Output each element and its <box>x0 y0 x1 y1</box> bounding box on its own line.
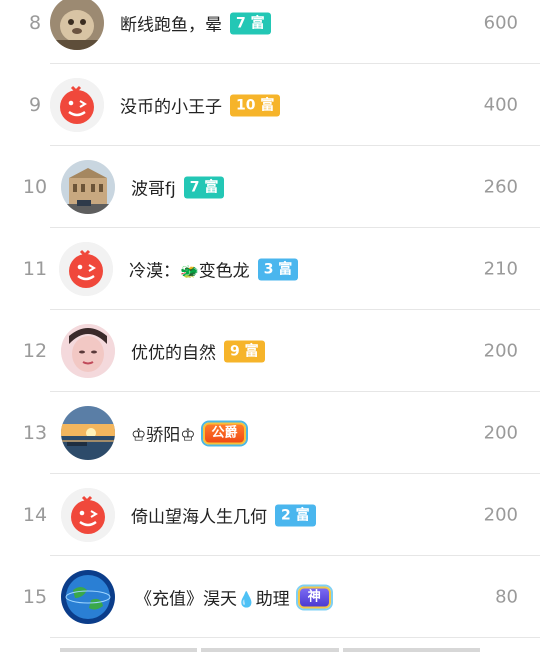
score-value: 200 <box>483 340 518 362</box>
photo-cat-icon[interactable] <box>50 0 104 50</box>
god-rank-badge: 神 <box>297 586 331 608</box>
wealth-level-badge: 2 富 <box>275 504 316 526</box>
rank-number: 14 <box>22 504 48 526</box>
photo-sunset-icon[interactable] <box>61 406 115 460</box>
rank-number: 12 <box>22 340 48 362</box>
rank-number: 13 <box>22 422 48 444</box>
score-value: 200 <box>483 422 518 444</box>
weibo-default-avatar-icon[interactable] <box>61 488 115 542</box>
weibo-default-avatar-icon[interactable] <box>50 78 104 132</box>
user-name-prefix: 冷漠： <box>129 261 180 282</box>
user-name-group: 波哥fj 7 富 <box>131 175 225 200</box>
droplet-emoji-icon: 💧 <box>237 590 256 609</box>
user-name-suffix: 助理 <box>255 589 290 610</box>
user-name-suffix: 变色龙 <box>198 261 250 282</box>
leaderboard-row[interactable]: 14 倚山望海人生几何 2 富 200 <box>0 474 540 556</box>
photo-face-icon[interactable] <box>61 324 115 378</box>
score-value: 200 <box>483 504 518 526</box>
weibo-default-avatar-icon[interactable] <box>59 242 113 296</box>
wealth-level-badge: 3 富 <box>257 258 299 280</box>
leaderboard-row[interactable]: 10 波哥fj 7 富 260 <box>0 146 540 228</box>
leaderboard-row[interactable]: 15 《充值》淏天💧助理 神 80 <box>0 556 540 638</box>
leaderboard-row[interactable]: 9 没币的小王子 10 富 400 <box>0 64 540 146</box>
wealth-level-badge: 7 富 <box>230 12 271 34</box>
user-name-group: 《充值》淏天💧助理 神 <box>135 585 331 610</box>
user-name-group: 优优的自然 9 富 <box>131 339 265 364</box>
user-name[interactable]: 断线跑鱼，晕 <box>120 11 222 36</box>
user-name-prefix: 《充值》淏天 <box>135 589 237 610</box>
bottom-tab-segment <box>342 648 480 652</box>
user-name[interactable]: 冷漠：🐲变色龙 <box>129 257 250 282</box>
bottom-tab-segment <box>60 648 198 652</box>
score-value: 600 <box>483 12 518 34</box>
leaderboard-row[interactable]: 8 断线跑鱼，晕 7 富 600 <box>0 0 540 64</box>
rank-number: 10 <box>22 176 48 198</box>
score-value: 260 <box>483 176 518 198</box>
score-value: 400 <box>483 94 518 116</box>
user-name[interactable]: 《充值》淏天💧助理 <box>135 585 290 610</box>
user-name[interactable]: ♔骄阳♔ <box>131 421 195 446</box>
wealth-level-badge: 10 富 <box>230 94 281 116</box>
leaderboard-list: 8 断线跑鱼，晕 7 富 600 9 没币的小王子 10 富 400 10 波哥… <box>0 0 540 652</box>
leaderboard-row[interactable]: 12 优优的自然 9 富 200 <box>0 310 540 392</box>
user-name[interactable]: 没币的小王子 <box>120 93 222 118</box>
leaderboard-row[interactable]: 11 冷漠：🐲变色龙 3 富 210 <box>0 228 540 310</box>
user-name-group: 断线跑鱼，晕 7 富 <box>120 11 271 36</box>
user-name[interactable]: 优优的自然 <box>131 339 216 364</box>
bottom-tab-strip <box>60 648 480 652</box>
user-name-group: 冷漠：🐲变色龙 3 富 <box>129 257 299 282</box>
photo-building-icon[interactable] <box>61 160 115 214</box>
photo-globe-icon[interactable] <box>61 570 115 624</box>
leaderboard-row[interactable]: 13 ♔骄阳♔ 公爵 200 <box>0 392 540 474</box>
user-name-group: ♔骄阳♔ 公爵 <box>131 421 246 446</box>
user-name-group: 没币的小王子 10 富 <box>120 93 281 118</box>
wealth-level-badge: 7 富 <box>183 176 225 198</box>
noble-rank-badge: 公爵 <box>203 422 246 444</box>
dragon-emoji-icon: 🐲 <box>180 262 199 281</box>
user-name[interactable]: 波哥fj <box>131 175 176 200</box>
row-divider <box>50 637 540 638</box>
rank-number: 15 <box>22 586 48 608</box>
bottom-tab-segment <box>201 648 339 652</box>
score-value: 210 <box>483 258 518 280</box>
user-name-group: 倚山望海人生几何 2 富 <box>131 503 316 528</box>
score-value: 80 <box>495 586 518 608</box>
wealth-level-badge: 9 富 <box>224 340 265 362</box>
user-name[interactable]: 倚山望海人生几何 <box>131 503 267 528</box>
